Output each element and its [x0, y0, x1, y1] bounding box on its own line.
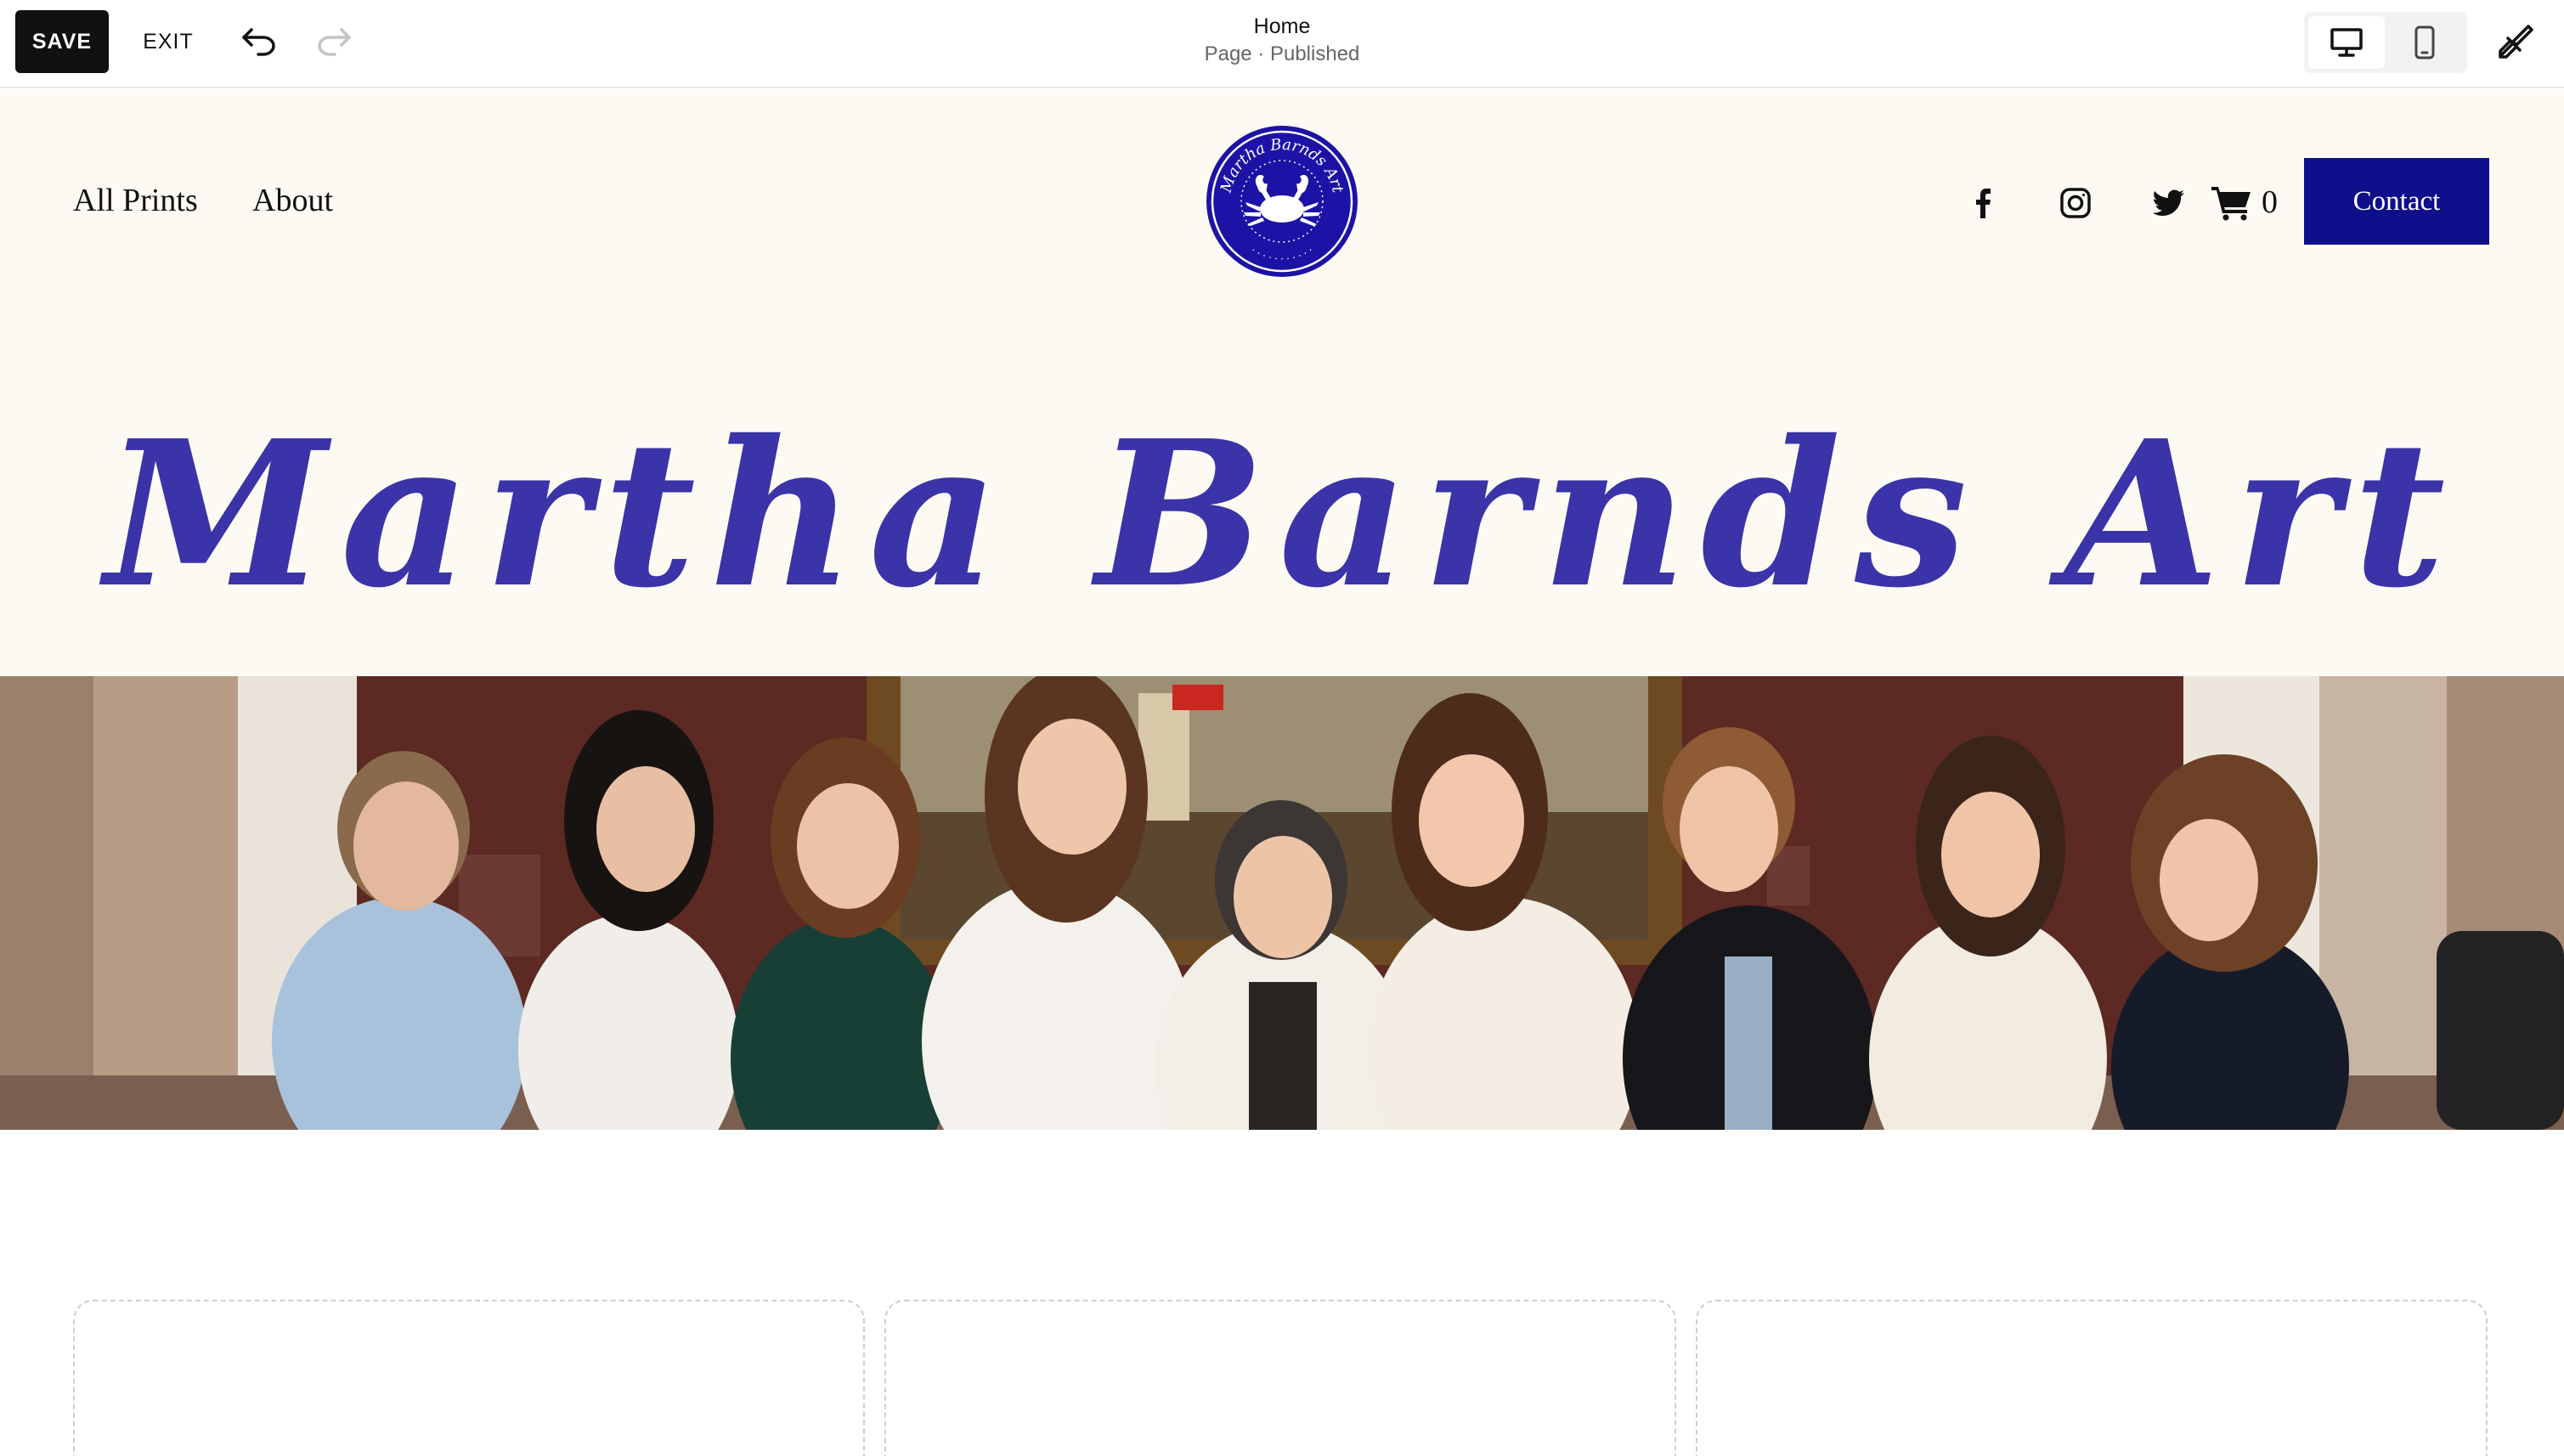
desktop-icon — [2330, 28, 2363, 57]
save-button[interactable]: SAVE — [15, 10, 109, 73]
exit-button[interactable]: EXIT — [127, 10, 209, 73]
instagram-icon[interactable] — [2054, 182, 2097, 224]
cart-icon[interactable] — [2211, 182, 2253, 224]
mobile-view-button[interactable] — [2386, 16, 2463, 69]
page-info: Home Page · Published — [1112, 12, 1452, 68]
site-logo[interactable]: Martha Barnds Art · · · · · · · · · · · — [1205, 124, 1359, 279]
twitter-icon[interactable] — [2148, 182, 2190, 224]
hero-title: Martha Barnds Art — [104, 396, 2460, 632]
undo-icon[interactable] — [236, 19, 282, 65]
device-toggle — [2304, 12, 2467, 73]
content-block-placeholder[interactable] — [73, 1300, 865, 1456]
redo-icon[interactable] — [311, 19, 357, 65]
nav-about[interactable]: About — [252, 182, 333, 219]
paintbrush-icon[interactable] — [2493, 19, 2539, 65]
content-block-placeholder[interactable] — [1696, 1300, 2488, 1456]
nav-all-prints[interactable]: All Prints — [73, 182, 198, 219]
page-title: Home — [1253, 14, 1311, 38]
site-header: All Prints About Martha Barnds Art · · ·… — [0, 90, 2564, 676]
contact-button[interactable]: Contact — [2304, 158, 2489, 245]
mobile-icon — [2414, 25, 2435, 59]
cart-count[interactable]: 0 — [2262, 183, 2278, 221]
group-photo — [0, 676, 2564, 1130]
page-status: Page · Published — [1204, 42, 1360, 65]
banner-image — [0, 676, 2564, 1130]
facebook-icon[interactable] — [1962, 182, 2004, 224]
content-block-placeholder[interactable] — [884, 1300, 1676, 1456]
editor-toolbar: SAVE EXIT Home Page · Published — [0, 0, 2564, 88]
desktop-view-button[interactable] — [2308, 16, 2385, 69]
content-section — [0, 1130, 2564, 1456]
